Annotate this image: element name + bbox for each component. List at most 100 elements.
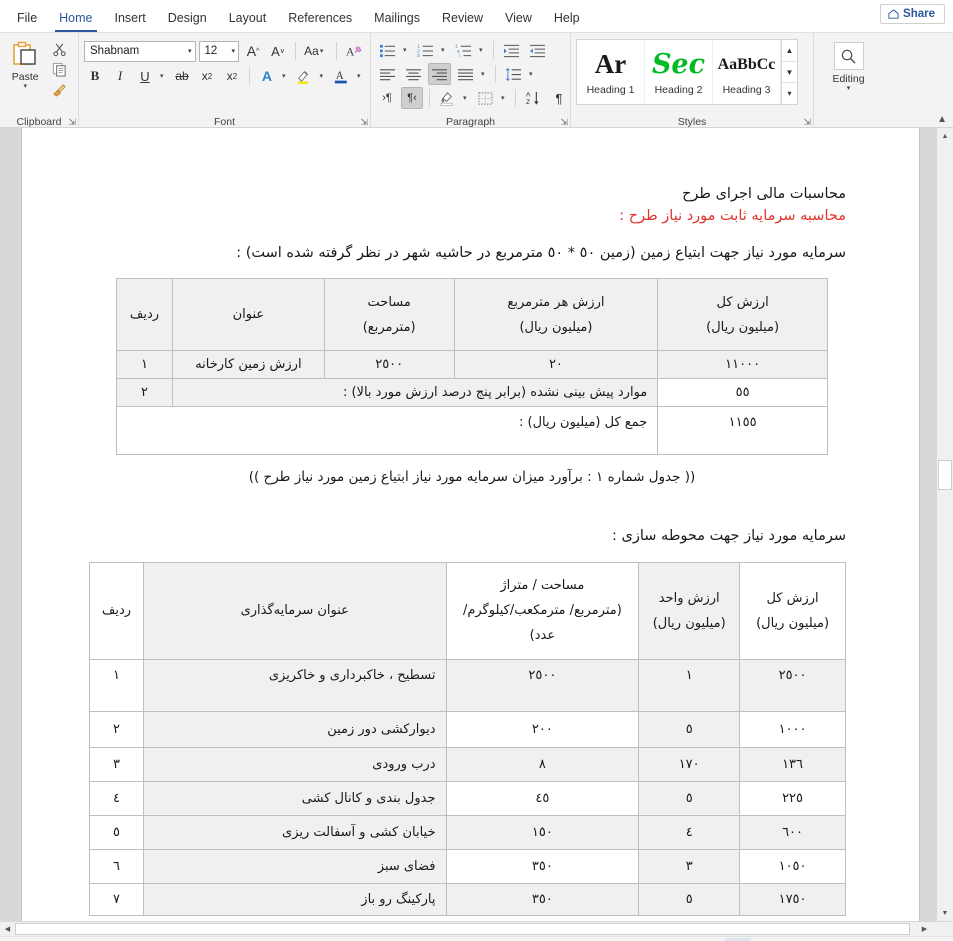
share-button[interactable]: Share xyxy=(880,4,945,24)
tab-design[interactable]: Design xyxy=(157,5,218,32)
shading-chevron-down-icon[interactable]: ▾ xyxy=(462,94,471,102)
header-unit-value: ارزش هر مترمربع (میلیون ریال) xyxy=(453,278,659,352)
cell-unit-value: ٥ xyxy=(638,780,741,816)
style-name: Heading 3 xyxy=(722,83,771,96)
styles-gallery-scrollbar[interactable]: ▲ ▼ ▾ xyxy=(781,40,797,104)
highlight-chevron-down-icon[interactable]: ▾ xyxy=(318,72,327,80)
cut-icon[interactable] xyxy=(52,42,67,57)
strikethrough-button[interactable]: ab xyxy=(171,65,193,87)
shading-icon[interactable] xyxy=(436,87,459,109)
zoom-slider[interactable] xyxy=(796,938,892,941)
clipboard-dialog-launcher-icon[interactable]: ⇲ xyxy=(68,117,76,128)
highlight-icon[interactable] xyxy=(293,65,316,87)
paste-button[interactable]: Paste ▾ xyxy=(5,36,45,114)
font-size-input[interactable]: 12 ▾ xyxy=(198,40,240,62)
borders-icon[interactable] xyxy=(474,87,497,109)
subscript-button[interactable]: x2 xyxy=(196,65,218,87)
tab-view[interactable]: View xyxy=(494,5,543,32)
web-layout-icon[interactable] xyxy=(751,938,777,941)
sort-icon[interactable]: AZ xyxy=(522,87,545,109)
tab-help[interactable]: Help xyxy=(543,5,591,32)
style-preview: Ar xyxy=(595,46,626,84)
text-effects-chevron-down-icon[interactable]: ▾ xyxy=(281,72,290,80)
increase-indent-icon[interactable] xyxy=(526,39,549,61)
paste-chevron-down-icon[interactable]: ▾ xyxy=(23,83,27,91)
tab-layout[interactable]: Layout xyxy=(218,5,278,32)
style-heading-1[interactable]: Ar Heading 1 xyxy=(577,40,645,104)
header-total-value: ارزش کل (میلیون ریال) xyxy=(657,278,828,352)
horizontal-scrollbar[interactable]: ◀ ▶ xyxy=(0,921,953,936)
underline-button[interactable]: U xyxy=(134,65,156,87)
tab-insert[interactable]: Insert xyxy=(104,5,157,32)
print-layout-icon[interactable] xyxy=(724,937,751,941)
paragraph-dialog-launcher-icon[interactable]: ⇲ xyxy=(560,117,568,128)
tab-file[interactable]: File xyxy=(6,5,48,32)
tab-references[interactable]: References xyxy=(277,5,363,32)
vertical-scroll-thumb[interactable] xyxy=(938,460,952,490)
tab-mailings[interactable]: Mailings xyxy=(363,5,431,32)
bullets-chevron-down-icon[interactable]: ▾ xyxy=(402,46,411,54)
justify-chevron-down-icon[interactable]: ▾ xyxy=(480,70,489,78)
align-right-icon[interactable] xyxy=(428,63,451,85)
style-heading-2[interactable]: Sec Heading 2 xyxy=(645,40,713,104)
font-name-input[interactable]: Shabnam ▾ xyxy=(84,40,196,62)
italic-button[interactable]: I xyxy=(109,65,131,87)
underline-chevron-down-icon[interactable]: ▾ xyxy=(159,72,168,80)
bold-button[interactable]: B xyxy=(84,65,106,87)
scroll-left-icon[interactable]: ◀ xyxy=(0,922,15,937)
line-spacing-chevron-down-icon[interactable]: ▾ xyxy=(528,70,537,78)
vertical-scroll-track[interactable] xyxy=(937,144,953,905)
justify-icon[interactable] xyxy=(454,63,477,85)
document-page[interactable]: محاسبات مالی اجرای طرح محاسبه سرمایه ثاب… xyxy=(21,128,920,921)
scroll-down-icon[interactable]: ▼ xyxy=(937,905,953,921)
gallery-more-icon[interactable]: ▾ xyxy=(782,83,797,104)
tab-review[interactable]: Review xyxy=(431,5,494,32)
left-to-right-icon[interactable]: ›¶ xyxy=(376,87,398,109)
numbering-chevron-down-icon[interactable]: ▾ xyxy=(440,46,449,54)
show-formatting-marks-icon[interactable]: ¶ xyxy=(548,87,570,109)
gallery-scroll-down-icon[interactable]: ▼ xyxy=(782,62,797,84)
style-heading-3[interactable]: AaBbCc Heading 3 xyxy=(713,40,781,104)
font-color-icon[interactable]: A xyxy=(330,65,353,87)
styles-dialog-launcher-icon[interactable]: ⇲ xyxy=(803,117,811,128)
grow-font-icon[interactable]: A ^ xyxy=(242,40,264,62)
horizontal-scroll-thumb[interactable] xyxy=(15,923,910,935)
font-size-chevron-down-icon[interactable]: ▾ xyxy=(232,47,236,55)
line-spacing-icon[interactable] xyxy=(502,63,525,85)
vertical-scrollbar[interactable]: ▲ ▼ xyxy=(936,128,953,921)
document-heading: محاسبات مالی اجرای طرح xyxy=(682,186,846,202)
right-to-left-icon[interactable]: ¶‹ xyxy=(401,87,423,109)
bullets-icon[interactable] xyxy=(376,39,399,61)
search-icon[interactable] xyxy=(833,42,864,70)
document-scroll-area: محاسبات مالی اجرای طرح محاسبه سرمایه ثاب… xyxy=(0,128,936,921)
align-center-icon[interactable] xyxy=(402,63,425,85)
gallery-scroll-up-icon[interactable]: ▲ xyxy=(782,40,797,62)
read-mode-icon[interactable] xyxy=(699,938,725,941)
change-case-icon[interactable]: Aa ▾ xyxy=(302,40,330,62)
collapse-ribbon-icon[interactable]: ▲ xyxy=(937,114,947,125)
copy-icon[interactable] xyxy=(52,62,67,77)
text-effects-icon[interactable]: A xyxy=(256,65,278,87)
editing-chevron-down-icon[interactable]: ▾ xyxy=(847,85,851,93)
superscript-button[interactable]: x2 xyxy=(221,65,243,87)
editing-group-label-spacer xyxy=(819,114,878,129)
shrink-font-icon[interactable]: A ∨ xyxy=(267,40,289,62)
format-painter-icon[interactable] xyxy=(52,82,67,97)
editing-button[interactable]: Editing ▾ xyxy=(819,36,878,114)
table-land-investment: ارزش کل (میلیون ریال) ارزش هر مترمربع (م… xyxy=(115,278,828,456)
align-left-icon[interactable] xyxy=(376,63,399,85)
borders-chevron-down-icon[interactable]: ▾ xyxy=(500,94,509,102)
header-investment-title: عنوان سرمایه‌گذاری xyxy=(143,561,447,660)
cell-title: دیوارکشی دور زمین xyxy=(143,710,447,748)
font-name-chevron-down-icon[interactable]: ▾ xyxy=(188,47,192,55)
multilevel-list-icon[interactable]: 1ai xyxy=(452,39,475,61)
numbering-icon[interactable]: 123 xyxy=(414,39,437,61)
clear-formatting-icon[interactable]: A xyxy=(343,40,365,62)
scroll-up-icon[interactable]: ▲ xyxy=(937,128,953,144)
decrease-indent-icon[interactable] xyxy=(500,39,523,61)
font-color-chevron-down-icon[interactable]: ▾ xyxy=(356,72,365,80)
multilevel-chevron-down-icon[interactable]: ▾ xyxy=(478,46,487,54)
tab-home[interactable]: Home xyxy=(48,5,103,32)
scroll-right-icon[interactable]: ▶ xyxy=(917,922,932,937)
font-dialog-launcher-icon[interactable]: ⇲ xyxy=(360,117,368,128)
